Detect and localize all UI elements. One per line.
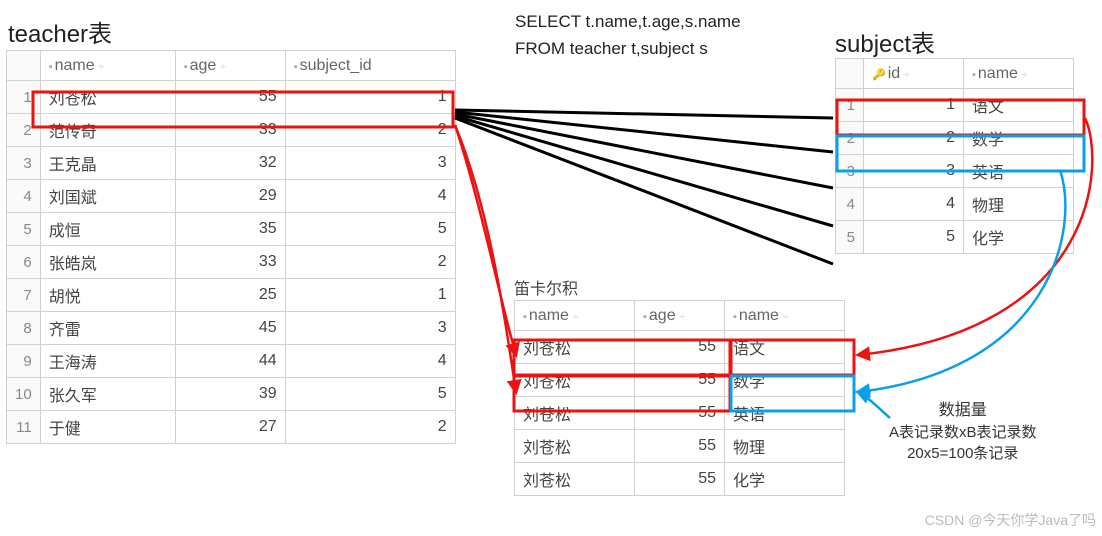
table-row: 刘苍松55英语 bbox=[515, 397, 845, 430]
col-header-id: 🔑id÷ bbox=[864, 59, 964, 89]
join-line bbox=[455, 112, 833, 152]
col-header-sname: ▪name÷ bbox=[725, 301, 845, 331]
table-row: 6张皓岚332 bbox=[7, 246, 456, 279]
subject-table-title: subject表 bbox=[835, 24, 935, 59]
table-row: 9王海涛444 bbox=[7, 345, 456, 378]
join-line bbox=[455, 118, 833, 264]
join-line bbox=[455, 110, 833, 118]
col-header-age: ▪age÷ bbox=[635, 301, 725, 331]
join-line bbox=[455, 114, 833, 188]
join-line bbox=[455, 116, 833, 226]
table-row: 11于健272 bbox=[7, 411, 456, 444]
table-row: 22数学 bbox=[836, 122, 1074, 155]
col-header-name: ▪name÷ bbox=[964, 59, 1074, 89]
data-volume-line2: 20x5=100条记录 bbox=[889, 443, 1037, 464]
sql-statement: SELECT t.name,t.age,s.name FROM teacher … bbox=[515, 8, 741, 62]
col-header-name: ▪name÷ bbox=[40, 51, 175, 81]
table-row: 5成恒355 bbox=[7, 213, 456, 246]
data-volume-note: 数据量 A表记录数xB表记录数 20x5=100条记录 bbox=[889, 400, 1037, 464]
table-row: 1刘苍松551 bbox=[7, 81, 456, 114]
col-header-subject-id: ▪subject_id bbox=[285, 51, 455, 81]
table-row: 3王克晶323 bbox=[7, 147, 456, 180]
table-row: 11语文 bbox=[836, 89, 1074, 122]
col-header-name: ▪name÷ bbox=[515, 301, 635, 331]
table-row: 刘苍松55化学 bbox=[515, 463, 845, 496]
sql-line-2: FROM teacher t,subject s bbox=[515, 35, 741, 62]
sql-line-1: SELECT t.name,t.age,s.name bbox=[515, 8, 741, 35]
table-row: 7胡悦251 bbox=[7, 279, 456, 312]
table-row: 2范传奇332 bbox=[7, 114, 456, 147]
teacher-table: ▪name÷ ▪age÷ ▪subject_id 1刘苍松551 2范传奇332… bbox=[6, 50, 456, 444]
table-row: 4刘国斌294 bbox=[7, 180, 456, 213]
data-volume-line1: A表记录数xB表记录数 bbox=[889, 422, 1037, 443]
data-volume-title: 数据量 bbox=[889, 400, 1037, 422]
cartesian-product-title: 笛卡尔积 bbox=[514, 275, 578, 299]
teacher-table-title: teacher表 bbox=[8, 14, 112, 49]
arrow-blue-note-to-product bbox=[858, 392, 890, 418]
watermark: CSDN @今天你学Java了吗 bbox=[925, 510, 1096, 530]
arrow-red-to-product1 bbox=[455, 125, 516, 355]
table-row: 10张久军395 bbox=[7, 378, 456, 411]
col-header-age: ▪age÷ bbox=[175, 51, 285, 81]
table-row: 33英语 bbox=[836, 155, 1074, 188]
table-row: 8齐雷453 bbox=[7, 312, 456, 345]
table-header-row: ▪name÷ ▪age÷ ▪name÷ bbox=[515, 301, 845, 331]
table-row: 刘苍松55语文 bbox=[515, 331, 845, 364]
table-header-row: ▪name÷ ▪age÷ ▪subject_id bbox=[7, 51, 456, 81]
cartesian-product-table: ▪name÷ ▪age÷ ▪name÷ 刘苍松55语文 刘苍松55数学 刘苍松5… bbox=[514, 300, 845, 496]
subject-table: 🔑id÷ ▪name÷ 11语文 22数学 33英语 44物理 55化学 bbox=[835, 58, 1074, 254]
table-row: 44物理 bbox=[836, 188, 1074, 221]
table-header-row: 🔑id÷ ▪name÷ bbox=[836, 59, 1074, 89]
table-row: 刘苍松55数学 bbox=[515, 364, 845, 397]
table-row: 刘苍松55物理 bbox=[515, 430, 845, 463]
table-row: 55化学 bbox=[836, 221, 1074, 254]
arrow-red-to-product2 bbox=[455, 125, 516, 392]
